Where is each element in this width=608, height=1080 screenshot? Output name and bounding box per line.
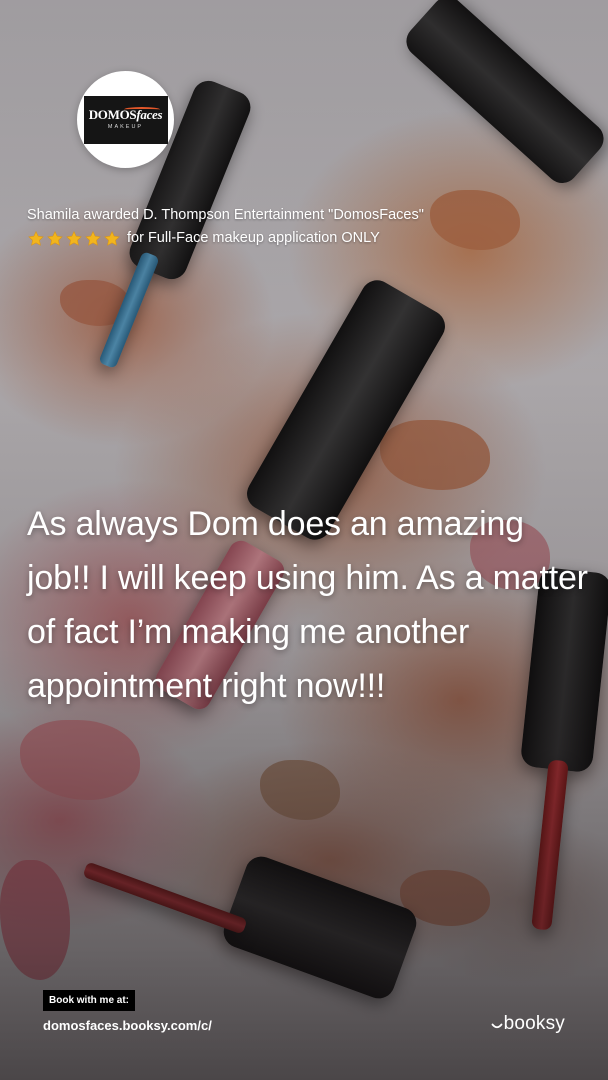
star-icon <box>85 230 101 246</box>
booking-link[interactable]: domosfaces.booksy.com/c/ <box>43 1018 212 1033</box>
star-icon <box>47 230 63 246</box>
star-icon <box>104 230 120 246</box>
book-with-me-label: Book with me at: <box>43 990 136 1011</box>
logo-badge: DOMOSfaces MAKEUP <box>83 95 168 144</box>
logo-subtitle: MAKEUP <box>107 124 144 131</box>
review-service-text: for Full-Face makeup application ONLY <box>127 230 380 246</box>
booksy-smile-icon <box>491 1023 502 1029</box>
review-rating-line: for Full-Face makeup application ONLY <box>27 227 587 250</box>
booksy-brand: booksy <box>491 1013 565 1035</box>
booksy-wordmark: booksy <box>503 1013 565 1034</box>
logo-swoosh-icon <box>123 106 160 112</box>
review-headline: Shamila awarded D. Thompson Entertainmen… <box>27 207 424 223</box>
star-rating <box>27 230 121 248</box>
star-icon <box>66 230 82 246</box>
star-icon <box>28 230 44 246</box>
review-story-card: DOMOSfaces MAKEUP Shamila awarded D. Tho… <box>0 0 608 1080</box>
review-quote: As always Dom does an amazing job!! I wi… <box>27 505 588 705</box>
review-header: Shamila awarded D. Thompson Entertainmen… <box>27 204 587 250</box>
business-logo: DOMOSfaces MAKEUP <box>77 71 174 168</box>
